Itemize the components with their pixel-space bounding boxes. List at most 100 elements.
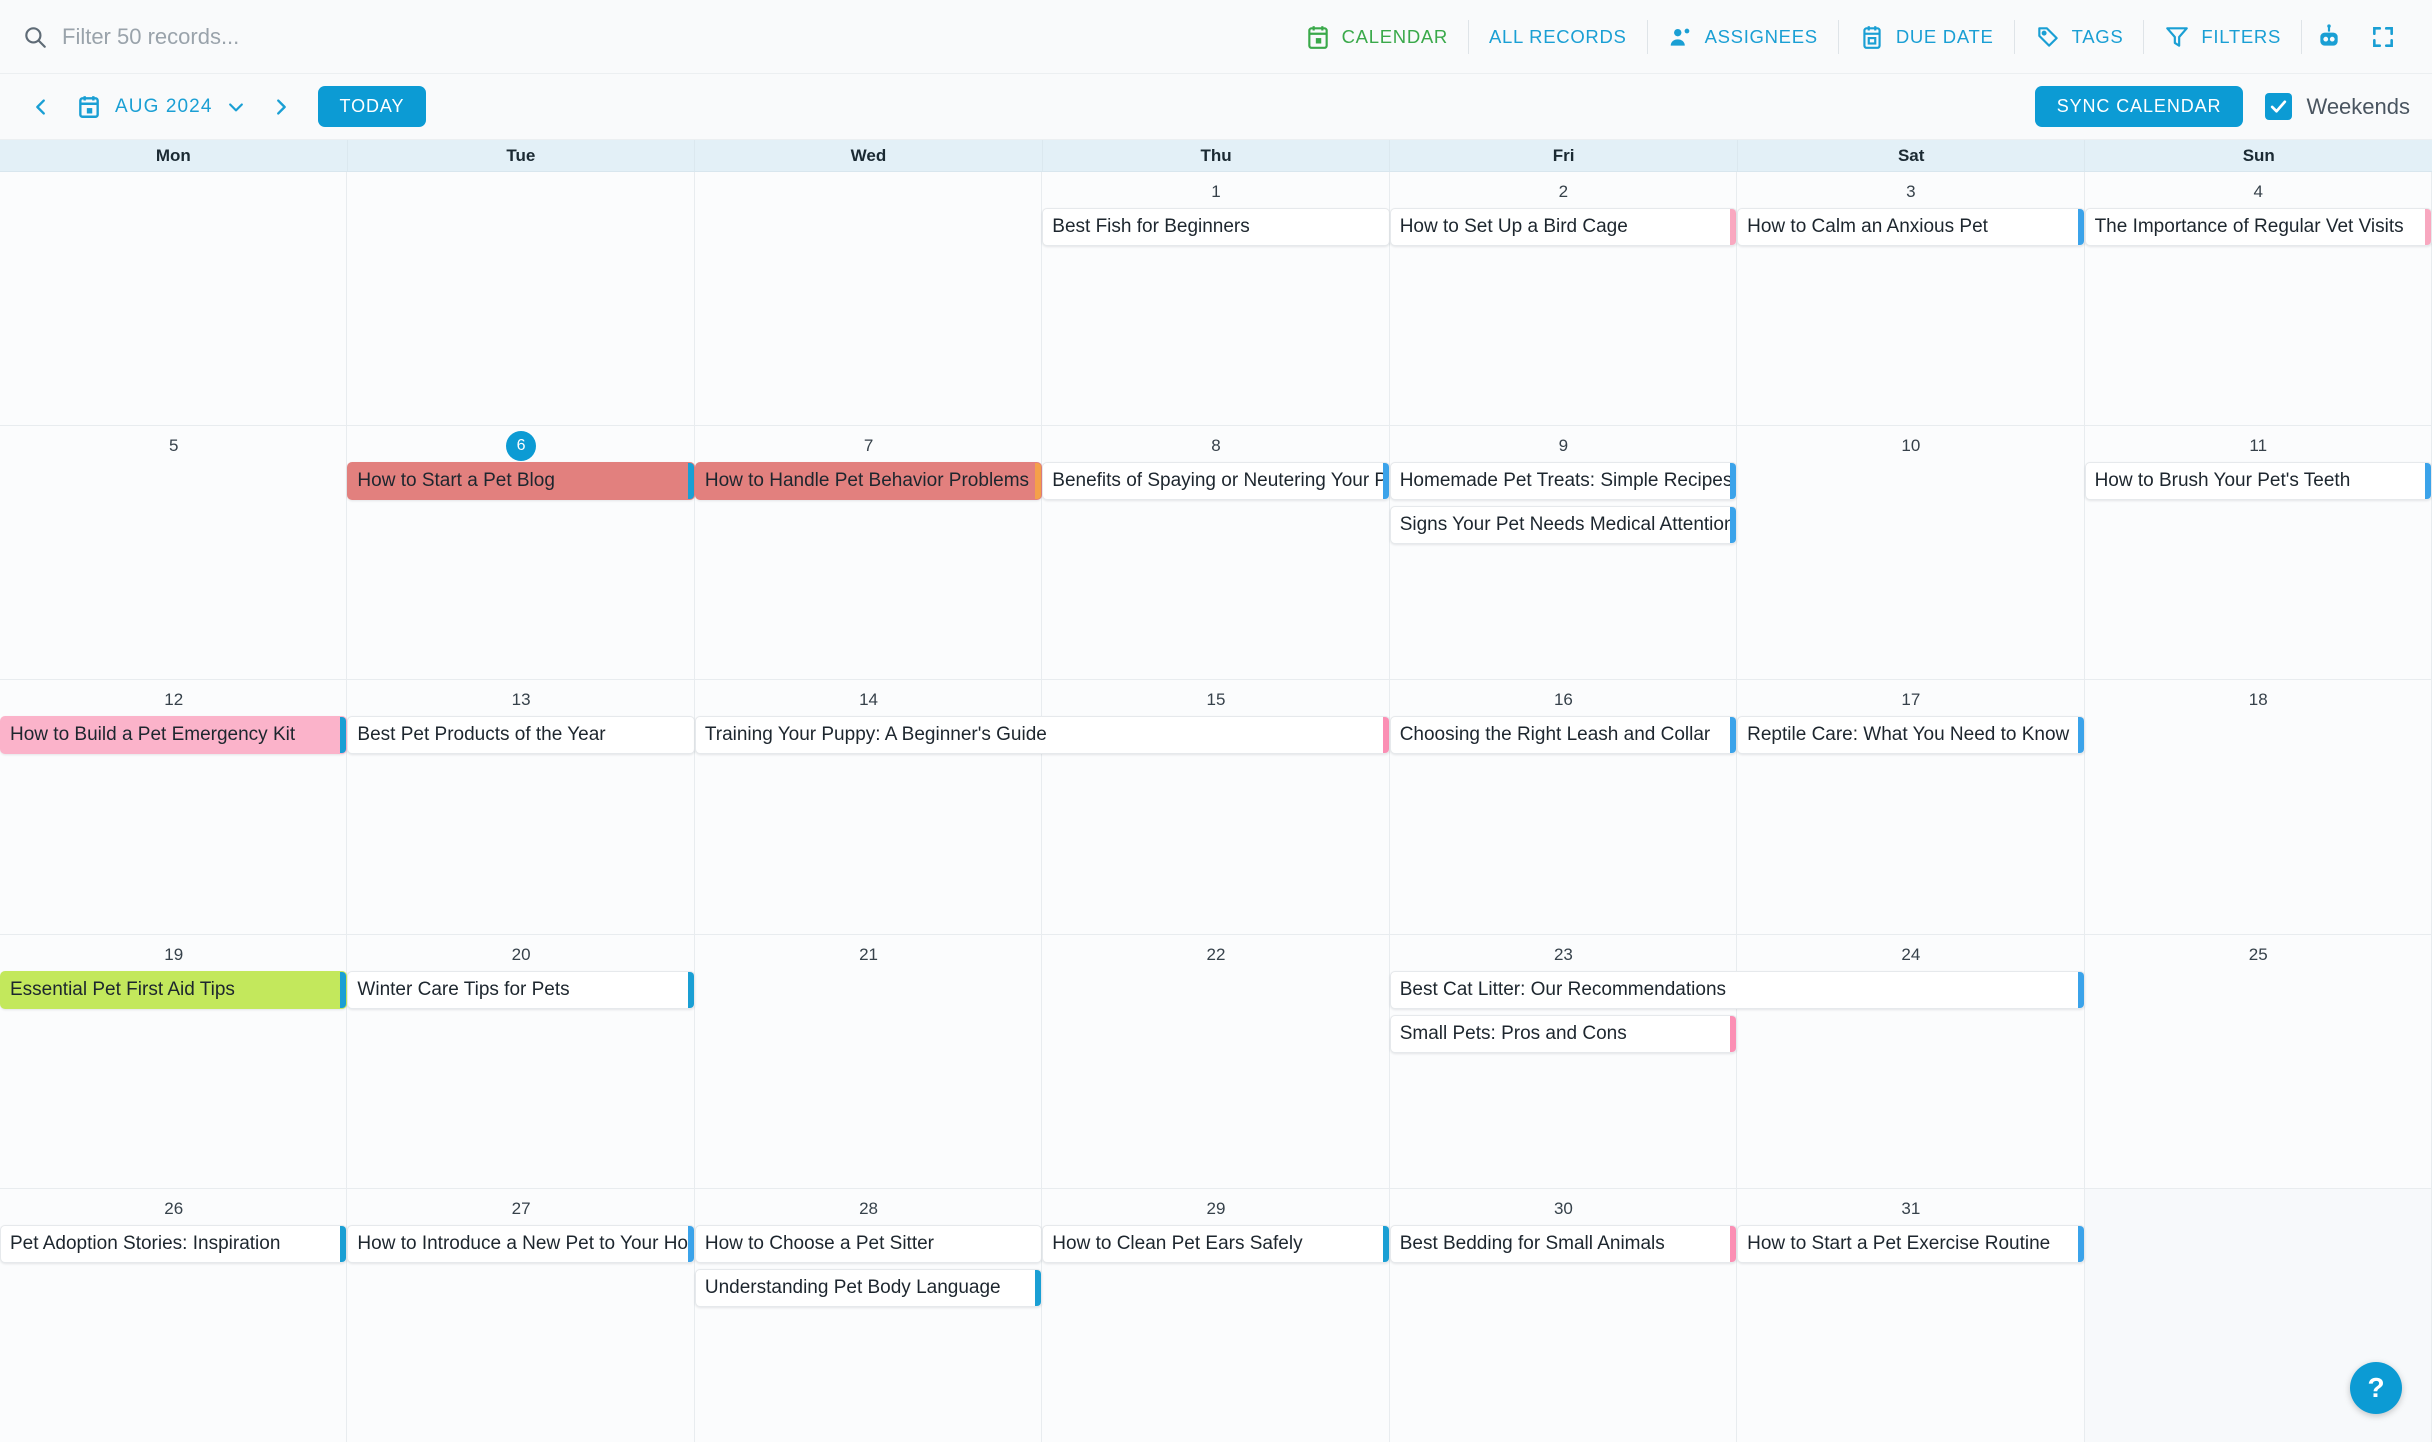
event-color-stripe <box>687 971 694 1008</box>
event-title: How to Handle Pet Behavior Problems <box>704 470 1030 492</box>
checkbox-checked-icon <box>2265 93 2293 120</box>
calendar-event[interactable]: Best Pet Products of the Year <box>347 716 695 755</box>
calendar-event[interactable]: How to Handle Pet Behavior Problems <box>694 462 1043 501</box>
chevron-right-icon <box>276 98 286 115</box>
calendar-week-row: 26 27 28 29 30 31 Pet Adoption Stories: Inspir… <box>0 1188 2432 1442</box>
nav-right-group: SYNC CALENDAR Weekends <box>2021 86 2410 127</box>
expand-icon[interactable] <box>2356 24 2410 50</box>
calendar-event[interactable]: Reptile Care: What You Need to Know <box>1737 716 2085 755</box>
event-color-stripe <box>2077 1225 2084 1262</box>
toolbar-item-calendar[interactable]: CALENDAR <box>1285 17 1468 57</box>
event-title: Winter Care Tips for Pets <box>357 978 570 1000</box>
event-title: How to Clean Pet Ears Safely <box>1052 1232 1303 1254</box>
day-header-mon: Mon <box>0 140 348 171</box>
calendar-event[interactable]: Best Fish for Beginners <box>1042 208 1390 246</box>
sync-calendar-button[interactable]: SYNC CALENDAR <box>2034 86 2244 127</box>
event-title: How to Set Up a Bird Cage <box>1399 216 1628 237</box>
search-area <box>22 0 1285 73</box>
event-title: Best Cat Litter: Our Recommendations <box>1399 978 1727 1000</box>
help-button[interactable]: ? <box>2350 1362 2402 1414</box>
event-title: Homemade Pet Treats: Simple Recipes <box>1399 470 1733 492</box>
chevron-left-icon <box>36 98 45 115</box>
today-button[interactable]: TODAY <box>317 86 427 127</box>
event-title: The Importance of Regular Vet Visits <box>2094 216 2404 237</box>
event-title: Choosing the Right Leash and Collar <box>1399 724 1711 746</box>
funnel-icon <box>2164 24 2190 50</box>
event-color-stripe <box>1730 717 1737 754</box>
calendar-event[interactable]: Winter Care Tips for Pets <box>347 970 695 1009</box>
calendar-event[interactable]: Essential Pet First Aid Tips <box>0 970 348 1009</box>
calendar-event[interactable]: Best Bedding for Small Animals <box>1389 1224 1738 1263</box>
next-month-button[interactable] <box>262 88 300 126</box>
calendar-event[interactable]: How to Start a Pet Blog <box>347 462 695 501</box>
event-color-stripe <box>1035 1269 1042 1306</box>
calendar-week-row: 5 6 7 8 9 10 11 How to Start a Pet Blog How to H… <box>0 426 2432 681</box>
calendar-event[interactable]: Best Cat Litter: Our Recommendations <box>1389 970 2085 1009</box>
day-header-thu: Thu <box>1043 140 1391 171</box>
toolbar-item-assignees[interactable]: ASSIGNEES <box>1648 17 1838 57</box>
toolbar-item-filters[interactable]: FILTERS <box>2144 17 2301 57</box>
calendar-grid: Mon Tue Wed Thu Fri Sat Sun 1 2 3 4 Best Fish for … <box>0 140 2432 1442</box>
search-input[interactable] <box>62 23 662 50</box>
toolbar-item-all-records[interactable]: ALL RECORDS <box>1469 17 1647 57</box>
event-color-stripe <box>687 1225 694 1262</box>
calendar-event[interactable]: The Importance of Regular Vet Visits <box>2084 208 2432 246</box>
day-of-week-header: Mon Tue Wed Thu Fri Sat Sun <box>0 140 2432 172</box>
event-title: Pet Adoption Stories: Inspiration <box>10 1232 281 1254</box>
calendar-event[interactable]: Understanding Pet Body Language <box>694 1268 1043 1307</box>
day-header-fri: Fri <box>1390 140 1738 171</box>
calendar-event[interactable]: Training Your Puppy: A Beginner's Guide <box>694 716 1390 755</box>
day-header-wed: Wed <box>695 140 1043 171</box>
calendar-event[interactable]: Signs Your Pet Needs Medical Attention <box>1389 506 1738 545</box>
calendar-icon <box>76 94 102 120</box>
calendar-event[interactable]: How to Set Up a Bird Cage <box>1389 208 1738 246</box>
event-title: How to Start a Pet Blog <box>357 470 555 492</box>
calendar-event[interactable]: How to Brush Your Pet's Teeth <box>2084 462 2432 501</box>
event-title: Training Your Puppy: A Beginner's Guide <box>704 724 1047 746</box>
calendar-event[interactable]: Pet Adoption Stories: Inspiration <box>0 1224 348 1263</box>
event-color-stripe <box>1730 463 1737 500</box>
calendar-event[interactable]: Small Pets: Pros and Cons <box>1389 1014 1738 1053</box>
calendar-event[interactable]: Benefits of Spaying or Neutering Your Pe… <box>1042 462 1390 501</box>
event-color-stripe <box>2077 971 2084 1008</box>
day-header-tue: Tue <box>348 140 696 171</box>
event-color-stripe <box>2077 717 2084 754</box>
calendar-icon <box>1305 24 1331 50</box>
toolbar-item-due-date[interactable]: DUE DATE <box>1839 17 2014 57</box>
event-layer: Essential Pet First Aid Tips Winter Care … <box>0 969 2432 1188</box>
event-layer: Best Fish for Beginners How to Set Up a B… <box>0 206 2432 425</box>
weekends-toggle[interactable]: Weekends <box>2265 93 2410 120</box>
robot-icon[interactable] <box>2302 23 2356 50</box>
toolbar-item-tags[interactable]: TAGS <box>2015 17 2144 57</box>
calendar-event[interactable]: How to Introduce a New Pet to Your Home <box>347 1224 695 1263</box>
event-color-stripe <box>1035 463 1042 500</box>
calendar-event[interactable]: Homemade Pet Treats: Simple Recipes <box>1389 462 1738 501</box>
event-title: How to Build a Pet Emergency Kit <box>10 724 296 746</box>
tag-icon <box>2035 24 2061 50</box>
toolbar-item-label: ALL RECORDS <box>1488 25 1627 47</box>
event-color-stripe <box>1382 1225 1389 1262</box>
prev-month-button[interactable] <box>22 88 60 126</box>
calendar-event[interactable]: How to Build a Pet Emergency Kit <box>0 716 348 755</box>
event-title: How to Calm an Anxious Pet <box>1747 216 1988 237</box>
calendar-event[interactable]: How to Choose a Pet Sitter <box>694 1224 1043 1263</box>
event-color-stripe <box>687 463 694 500</box>
toolbar-item-label: ASSIGNEES <box>1704 25 1818 47</box>
calendar-event[interactable]: Choosing the Right Leash and Collar <box>1389 716 1738 755</box>
calendar-event[interactable]: How to Start a Pet Exercise Routine <box>1737 1224 2085 1263</box>
calendar-event[interactable]: How to Calm an Anxious Pet <box>1737 208 2085 246</box>
toolbar-item-label: TAGS <box>2071 25 2124 47</box>
event-color-stripe <box>2077 209 2084 245</box>
toolbar-item-label: DUE DATE <box>1895 25 1994 47</box>
event-title: Reptile Care: What You Need to Know <box>1747 724 2070 746</box>
event-title: Best Fish for Beginners <box>1052 216 1250 237</box>
event-title: How to Introduce a New Pet to Your Home <box>357 1232 694 1254</box>
month-selector[interactable]: AUG 2024 <box>64 88 258 126</box>
event-title: How to Start a Pet Exercise Routine <box>1747 1232 2051 1254</box>
calendar-week-row: 1 2 3 4 Best Fish for Beginners How to Set Up… <box>0 172 2432 427</box>
people-icon <box>1668 24 1694 50</box>
calendar-event[interactable]: How to Clean Pet Ears Safely <box>1042 1224 1390 1263</box>
event-layer: Pet Adoption Stories: Inspiration How to … <box>0 1223 2432 1442</box>
day-header-sat: Sat <box>1738 140 2086 171</box>
search-icon <box>22 24 48 50</box>
